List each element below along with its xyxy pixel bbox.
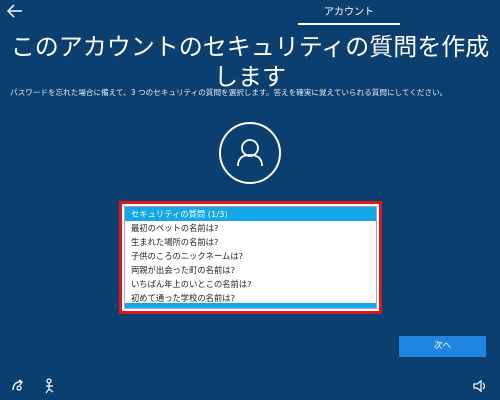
top-bar: アカウント	[0, 0, 500, 26]
accessibility-person-icon[interactable]	[42, 378, 58, 394]
question-option-placeholder[interactable]: セキュリティの質問 (1/3)	[125, 207, 376, 221]
question-option-first-pet[interactable]: 最初のペットの名前は?	[125, 221, 376, 235]
back-arrow-icon[interactable]	[6, 3, 24, 19]
setup-window: アカウント このアカウントのセキュリティの質問を作成します パスワードを忘れた場…	[0, 0, 500, 400]
tab-account[interactable]: アカウント	[298, 0, 400, 24]
page-subtitle: パスワードを忘れた場合に備えて、3 つのセキュリティの質問を選択します。答えを確…	[10, 88, 448, 97]
list-scroll-strip[interactable]	[125, 303, 376, 308]
question-option-oldest-cousin[interactable]: いちばん年上のいとこの名前は?	[125, 277, 376, 291]
tab-underline	[298, 23, 400, 25]
user-icon	[237, 139, 263, 167]
question-option-parents-met-town[interactable]: 両親が出会った町の名前は?	[125, 263, 376, 277]
security-question-list[interactable]: セキュリティの質問 (1/3) 最初のペットの名前は? 生まれた場所の名前は? …	[119, 201, 382, 314]
page-title: このアカウントのセキュリティの質問を作成します	[10, 33, 490, 91]
question-option-childhood-nickname[interactable]: 子供のころのニックネームは?	[125, 249, 376, 263]
question-list-box: セキュリティの質問 (1/3) 最初のペットの名前は? 生まれた場所の名前は? …	[124, 206, 377, 309]
question-option-birthplace[interactable]: 生まれた場所の名前は?	[125, 235, 376, 249]
avatar	[219, 122, 281, 184]
ease-of-access-icon[interactable]	[10, 378, 26, 394]
bottom-bar	[0, 372, 500, 400]
next-button[interactable]: 次へ	[399, 336, 486, 357]
speaker-icon[interactable]	[472, 378, 488, 394]
